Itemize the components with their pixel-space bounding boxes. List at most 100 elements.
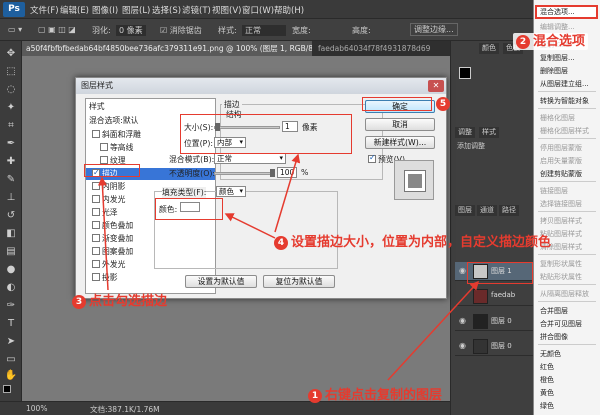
cancel-button[interactable]: 取消	[365, 118, 435, 131]
history-brush-icon[interactable]: ↺	[4, 209, 18, 223]
checkbox-icon[interactable]	[92, 208, 100, 216]
style-select[interactable]: 正常	[242, 25, 286, 36]
style-label: 外发光	[102, 260, 126, 269]
menu-view[interactable]: 视图(V)	[212, 4, 241, 16]
tab-layers[interactable]: 图层	[455, 205, 475, 216]
menu-red[interactable]: 红色	[540, 362, 600, 372]
hand-icon[interactable]: ✋	[4, 369, 18, 383]
fill-type-select[interactable]: 颜色	[216, 186, 246, 197]
fg-color-swatch[interactable]	[459, 67, 471, 79]
menu-filter[interactable]: 滤镜(T)	[182, 4, 211, 16]
checkbox-icon[interactable]	[92, 182, 100, 190]
eye-icon[interactable]: ◉	[459, 316, 466, 325]
layer-row[interactable]: faedab	[455, 287, 533, 306]
tab-paths[interactable]: 路径	[499, 205, 519, 216]
tab-document-1[interactable]: a50f4fbfbfbedab64bf4850bee736afc379311e9…	[22, 41, 312, 56]
path-select-icon[interactable]: ➤	[4, 335, 18, 349]
menu-paste-shape-attrs[interactable]: 粘贴形状属性	[540, 272, 600, 282]
menu-merge-layers[interactable]: 合并图层	[540, 306, 600, 316]
menu-convert-smart-object[interactable]: 转换为智能对象	[540, 96, 600, 106]
opacity-slider[interactable]	[214, 169, 275, 177]
checkbox-icon[interactable]	[92, 130, 100, 138]
menu-orange[interactable]: 橙色	[540, 375, 600, 385]
menu-separator	[538, 108, 596, 109]
menu-select[interactable]: 选择(S)	[152, 4, 181, 16]
new-style-button[interactable]: 新建样式(W)...	[365, 136, 435, 149]
close-icon[interactable]: ✕	[428, 80, 444, 92]
menu-rasterize-layer[interactable]: 栅格化图层	[540, 113, 600, 123]
crop-icon[interactable]: ⌗	[4, 119, 18, 133]
opacity-input[interactable]: 100	[277, 167, 297, 178]
healing-icon[interactable]: ✚	[4, 155, 18, 169]
tab-adjustments[interactable]: 调整	[455, 127, 475, 138]
menu-green[interactable]: 绿色	[540, 401, 600, 411]
eye-icon[interactable]: ◉	[459, 341, 466, 350]
menu-enable-vector-mask[interactable]: 启用矢量蒙版	[540, 156, 600, 166]
magic-wand-icon[interactable]: ✦	[4, 101, 18, 115]
menu-copy-layer-style[interactable]: 拷贝图层样式	[540, 216, 600, 226]
menu-yellow[interactable]: 黄色	[540, 388, 600, 398]
stamp-icon[interactable]: ⊥	[4, 191, 18, 205]
menu-copy-shape-attrs[interactable]: 复制形状属性	[540, 259, 600, 269]
checkbox-icon[interactable]	[92, 195, 100, 203]
menu-window[interactable]: 窗口(W)	[242, 4, 274, 16]
set-default-button[interactable]: 设置为默认值	[185, 275, 257, 288]
marquee-icon[interactable]: ⬚	[4, 65, 18, 79]
gradient-icon[interactable]: ▤	[4, 245, 18, 259]
checkbox-icon[interactable]	[92, 247, 100, 255]
checkbox-icon[interactable]	[92, 273, 100, 281]
menu-release-isolation[interactable]: 从隔离图层释放	[540, 289, 600, 299]
menu-image[interactable]: 图像(I)	[92, 4, 118, 16]
checkbox-icon[interactable]	[92, 221, 100, 229]
dodge-icon[interactable]: ◐	[4, 281, 18, 295]
checkbox-icon[interactable]	[100, 156, 108, 164]
pen-icon[interactable]: ✑	[4, 299, 18, 313]
move-icon[interactable]: ✥	[4, 47, 18, 61]
menu-edit[interactable]: 编辑(E)	[60, 4, 89, 16]
menu-help[interactable]: 帮助(H)	[274, 4, 304, 16]
foreground-color-icon[interactable]	[3, 385, 11, 393]
eye-icon[interactable]: ◉	[459, 266, 466, 275]
antialias-checkbox[interactable]: ☑ 消除锯齿	[160, 25, 202, 36]
eyedropper-icon[interactable]: ✒	[4, 137, 18, 151]
menu-layer[interactable]: 图层(L)	[122, 4, 150, 16]
checkbox-checked-icon[interactable]	[368, 153, 376, 163]
checkbox-icon[interactable]	[92, 234, 100, 242]
checkbox-icon[interactable]	[100, 143, 108, 151]
menu-select-linked[interactable]: 选择链接图层	[540, 199, 600, 209]
tab-styles[interactable]: 样式	[479, 127, 499, 138]
menu-link-layers[interactable]: 链接图层	[540, 186, 600, 196]
opacity-label: 不透明度(O):	[169, 169, 216, 178]
shape-icon[interactable]: ▭	[4, 353, 18, 367]
feather-input[interactable]: 0 像素	[116, 25, 146, 36]
type-icon[interactable]: T	[4, 317, 18, 331]
brush-icon[interactable]: ✎	[4, 173, 18, 187]
tab-document-2[interactable]: faedab64034f78f4931878d69	[314, 41, 444, 56]
menu-file[interactable]: 文件(F)	[30, 4, 59, 16]
menu-duplicate-layer[interactable]: 复制图层...	[540, 53, 600, 63]
menu-clipping-mask[interactable]: 创建剪贴蒙版	[540, 169, 600, 179]
blend-mode-select[interactable]: 正常	[214, 153, 286, 164]
lasso-icon[interactable]: ◌	[4, 83, 18, 97]
menu-delete-layer[interactable]: 删除图层	[540, 66, 600, 76]
refine-edge-button[interactable]: 调整边缘...	[410, 23, 458, 36]
blur-icon[interactable]: ●	[4, 263, 18, 277]
slider-thumb[interactable]	[270, 169, 275, 177]
menu-flatten-image[interactable]: 拼合图像	[540, 332, 600, 342]
tab-color[interactable]: 颜色	[479, 43, 499, 54]
menu-disable-mask[interactable]: 停用图层蒙版	[540, 143, 600, 153]
eraser-icon[interactable]: ◧	[4, 227, 18, 241]
menu-no-color[interactable]: 无颜色	[540, 349, 600, 359]
menu-rasterize-style[interactable]: 栅格化图层样式	[540, 126, 600, 136]
selection-mode-icons[interactable]: ▢ ▣ ◫ ◪	[38, 25, 76, 34]
reset-default-button[interactable]: 复位为默认值	[263, 275, 335, 288]
checkbox-icon[interactable]	[92, 260, 100, 268]
layer-row[interactable]: ◉ 图层 0	[455, 312, 533, 331]
menu-blending-options[interactable]: 混合选项...	[535, 5, 598, 19]
menu-group-from-layers[interactable]: 从图层建立组...	[540, 79, 600, 89]
tab-channels[interactable]: 通道	[477, 205, 497, 216]
blend-mode-label: 混合模式(B):	[169, 155, 215, 164]
layer-row[interactable]: ◉ 图层 0	[455, 337, 533, 356]
menu-merge-visible[interactable]: 合并可见图层	[540, 319, 600, 329]
marquee-tool-icon[interactable]: ▭ ▾	[8, 25, 22, 34]
